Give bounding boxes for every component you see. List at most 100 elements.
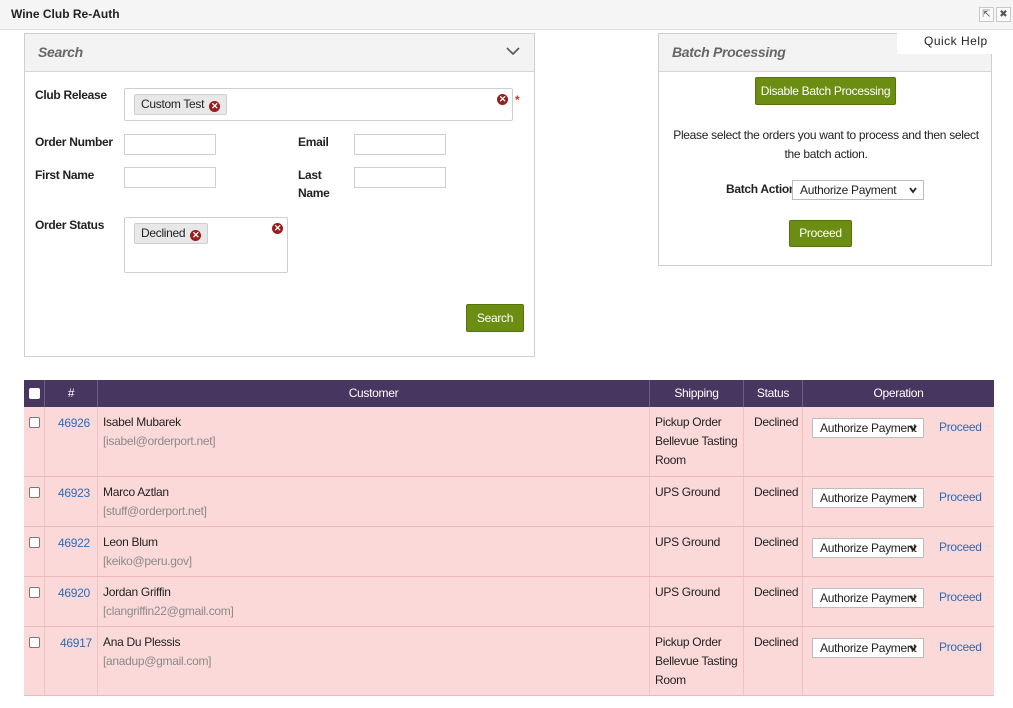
operation-value: Authorize Payment (820, 421, 917, 435)
order-number-link[interactable]: 46920 (58, 586, 90, 600)
order-status-field[interactable]: Declined ✕ ✕ (124, 217, 288, 273)
batch-panel-title: Batch Processing (672, 44, 786, 60)
close-icon[interactable]: ✖ (996, 7, 1011, 22)
row-select-cell (24, 577, 45, 626)
clear-field-icon[interactable]: ✕ (497, 94, 508, 105)
table-header: # Customer Shipping Status Operation (24, 380, 994, 407)
row-select-cell (24, 477, 45, 526)
order-status-tag: Declined ✕ (134, 223, 209, 244)
search-panel: Search Club Release Custom Test ✕ ✕ * Ord… (24, 33, 535, 357)
select-all-checkbox[interactable] (29, 388, 40, 399)
proceed-link[interactable]: Proceed (939, 540, 982, 554)
search-panel-title: Search (38, 44, 83, 60)
shipping-line: UPS Ground (655, 585, 721, 599)
batch-action-label: Batch Action (726, 182, 796, 196)
customer-email: [isabel@orderport.net] (103, 434, 216, 448)
row-checkbox[interactable] (29, 587, 40, 598)
shipping-method: UPS Ground (655, 483, 743, 502)
row-checkbox[interactable] (29, 537, 40, 548)
shipping-line: Bellevue Tasting (655, 434, 738, 448)
proceed-link[interactable]: Proceed (939, 590, 982, 604)
last-name-input[interactable] (354, 167, 446, 188)
operation-select[interactable]: Authorize Payment (812, 488, 924, 508)
status-text: Declined (754, 535, 799, 549)
clear-field-icon[interactable]: ✕ (272, 223, 283, 234)
remove-tag-icon[interactable]: ✕ (190, 230, 202, 241)
window-title: Wine Club Re-Auth (11, 7, 120, 21)
table-row: 46920 Jordan Griffin [clangriffin22@gmai… (24, 577, 994, 627)
row-select-cell (24, 527, 45, 576)
club-release-tag-label: Custom Test (141, 97, 205, 111)
header-customer[interactable]: Customer (98, 380, 650, 407)
operation-select[interactable]: Authorize Payment (812, 638, 924, 658)
last-name-label: Last Name (298, 168, 330, 200)
first-name-label: First Name (35, 168, 95, 182)
header-operation[interactable]: Operation (803, 380, 994, 407)
window-titlebar: Wine Club Re-Auth ⇱ ✖ (0, 0, 1013, 30)
popout-icon[interactable]: ⇱ (979, 7, 994, 22)
order-number-link[interactable]: 46922 (58, 536, 90, 550)
email-input[interactable] (354, 134, 446, 155)
proceed-link[interactable]: Proceed (939, 420, 982, 434)
batch-action-value: Authorize Payment (800, 183, 897, 197)
customer-name: Ana Du Plessis (103, 635, 181, 649)
shipping-line: Bellevue Tasting (655, 654, 738, 668)
order-number-link[interactable]: 46923 (58, 486, 90, 500)
row-customer-cell (98, 477, 650, 526)
header-shipping[interactable]: Shipping (650, 380, 744, 407)
shipping-method: Pickup Order Bellevue Tasting Room (655, 413, 743, 470)
operation-value: Authorize Payment (820, 591, 917, 605)
status-text: Declined (754, 635, 799, 649)
proceed-link[interactable]: Proceed (939, 640, 982, 654)
search-button[interactable]: Search (466, 304, 524, 332)
customer-name: Isabel Mubarek (103, 415, 181, 429)
quick-help-link[interactable]: Quick Help (897, 30, 1007, 54)
operation-value: Authorize Payment (820, 541, 917, 555)
disable-batch-button[interactable]: Disable Batch Processing (755, 77, 896, 105)
club-release-label: Club Release (35, 88, 107, 102)
select-all-cell (24, 380, 45, 407)
search-panel-header[interactable]: Search (25, 34, 534, 72)
row-checkbox[interactable] (29, 487, 40, 498)
chevron-down-icon (909, 495, 917, 502)
customer-name: Jordan Griffin (103, 585, 171, 599)
row-number-cell: 46926 (45, 407, 98, 476)
row-select-cell (24, 407, 45, 476)
chevron-down-icon[interactable] (504, 42, 522, 60)
required-marker: * (515, 93, 520, 107)
row-number-cell: 46917 (45, 627, 98, 695)
shipping-line: UPS Ground (655, 485, 721, 499)
header-number[interactable]: # (45, 380, 98, 407)
proceed-link[interactable]: Proceed (939, 490, 982, 504)
row-number-cell: 46922 (45, 527, 98, 576)
customer-email: [stuff@orderport.net] (103, 504, 207, 518)
batch-action-select[interactable]: Authorize Payment (792, 180, 924, 200)
row-checkbox[interactable] (29, 417, 40, 428)
table-row: 46923 Marco Aztlan [stuff@orderport.net]… (24, 477, 994, 527)
header-status[interactable]: Status (744, 380, 803, 407)
shipping-method: Pickup Order Bellevue Tasting Room (655, 633, 743, 690)
order-number-input[interactable] (124, 134, 216, 155)
order-number-link[interactable]: 46917 (60, 636, 92, 650)
customer-email: [clangriffin22@gmail.com] (103, 604, 234, 618)
order-number-label: Order Number (35, 135, 113, 149)
row-customer-cell (98, 527, 650, 576)
table-row: 46917 Ana Du Plessis [anadup@gmail.com] … (24, 627, 994, 696)
customer-name: Marco Aztlan (103, 485, 169, 499)
email-label: Email (298, 135, 329, 149)
operation-value: Authorize Payment (820, 641, 917, 655)
row-number-cell: 46920 (45, 577, 98, 626)
order-number-link[interactable]: 46926 (58, 416, 90, 430)
first-name-input[interactable] (124, 167, 216, 188)
batch-proceed-button[interactable]: Proceed (789, 220, 852, 247)
row-number-cell: 46923 (45, 477, 98, 526)
club-release-field[interactable]: Custom Test ✕ ✕ (124, 88, 513, 121)
shipping-line: Room (655, 453, 686, 467)
operation-select[interactable]: Authorize Payment (812, 418, 924, 438)
operation-select[interactable]: Authorize Payment (812, 538, 924, 558)
row-checkbox[interactable] (29, 637, 40, 648)
order-status-label: Order Status (35, 218, 105, 232)
row-customer-cell (98, 577, 650, 626)
operation-select[interactable]: Authorize Payment (812, 588, 924, 608)
remove-tag-icon[interactable]: ✕ (209, 101, 221, 112)
